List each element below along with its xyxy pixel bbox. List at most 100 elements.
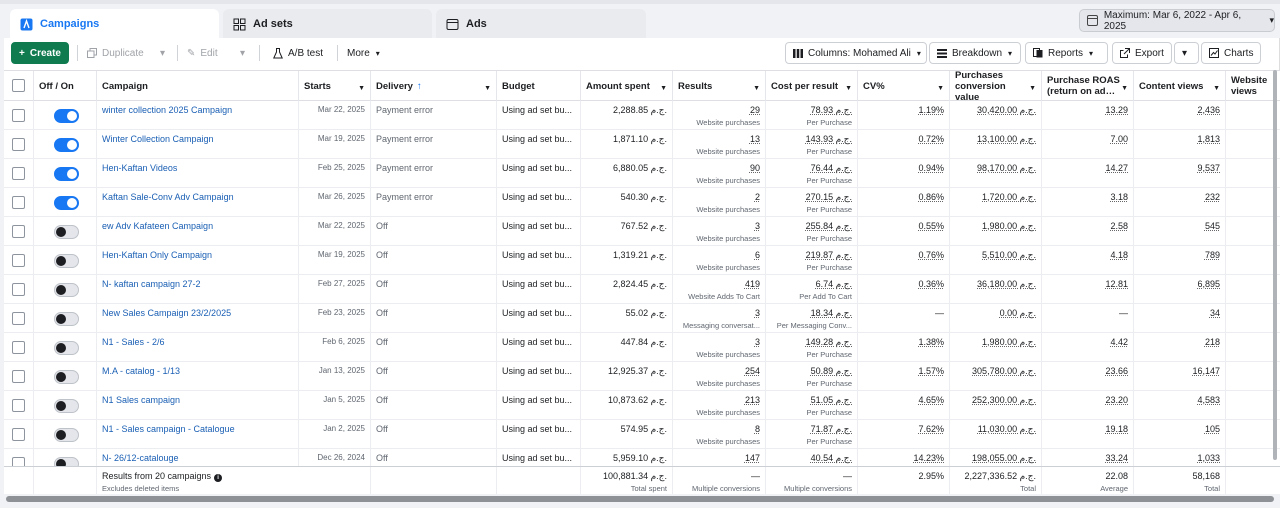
table-row[interactable]: Kaftan Sale-Conv Adv Campaign Mar 26, 202…	[4, 188, 1280, 217]
campaign-toggle[interactable]	[54, 109, 79, 123]
charts-button[interactable]: Charts	[1201, 42, 1261, 64]
campaign-name-link[interactable]: New Sales Campaign 23/2/2025	[102, 308, 293, 318]
cell-budget: Using ad set bu...	[497, 188, 581, 217]
col-amount-spent[interactable]: Amount spent ▼	[581, 71, 673, 101]
cell-pcv: 11,030.00 ج.م.	[950, 420, 1042, 449]
cell-results: 3 Website purchases	[673, 217, 766, 246]
select-all-checkbox[interactable]	[12, 79, 25, 92]
toggle-knob	[67, 111, 77, 121]
duplicate-button[interactable]: Duplicate	[80, 42, 151, 64]
toggle-knob	[56, 343, 66, 353]
campaign-name-link[interactable]: M.A - catalog - 1/13	[102, 366, 293, 376]
info-icon[interactable]: i	[214, 474, 223, 482]
campaign-name-link[interactable]: winter collection 2025 Campaign	[102, 105, 293, 115]
cell-pcv: 5,510.00 ج.م.	[950, 246, 1042, 275]
row-checkbox[interactable]	[12, 283, 25, 296]
campaign-name-link[interactable]: Kaftan Sale-Conv Adv Campaign	[102, 192, 293, 202]
totals-cv-cell: 2.95%	[858, 467, 950, 494]
campaign-name-link[interactable]: N1 - Sales - 2/6	[102, 337, 293, 347]
campaign-toggle[interactable]	[54, 370, 79, 384]
export-button[interactable]: Export	[1112, 42, 1172, 64]
create-button[interactable]: + Create	[11, 42, 69, 64]
row-checkbox[interactable]	[12, 109, 25, 122]
table-row[interactable]: N1 Sales campaign Jan 5, 2025 Off Using ad …	[4, 391, 1280, 420]
row-checkbox[interactable]	[12, 225, 25, 238]
col-delivery[interactable]: Delivery ↑ ▼	[371, 71, 497, 101]
campaign-toggle[interactable]	[54, 254, 79, 268]
table-row[interactable]: Hen-Kaftan Only Campaign Mar 19, 2025 Off U…	[4, 246, 1280, 275]
campaign-name-link[interactable]: N- kaftan campaign 27-2	[102, 279, 293, 289]
vertical-scrollbar[interactable]	[1273, 70, 1277, 460]
campaign-toggle[interactable]	[54, 312, 79, 326]
campaign-name-link[interactable]: N1 Sales campaign	[102, 395, 293, 405]
cell-name: Winter Collection Campaign	[97, 130, 299, 159]
campaign-toggle[interactable]	[54, 428, 79, 442]
row-checkbox[interactable]	[12, 370, 25, 383]
table-row[interactable]: winter collection 2025 Campaign Mar 22, 2…	[4, 101, 1280, 130]
row-checkbox[interactable]	[12, 167, 25, 180]
date-range-label: Maximum: Mar 6, 2022 - Apr 6, 2025	[1103, 9, 1242, 32]
table-row[interactable]: N- kaftan campaign 27-2 Feb 27, 2025 Off Us…	[4, 275, 1280, 304]
table-row[interactable]: N1 - Sales campaign - Catalogue Jan 2, 20…	[4, 420, 1280, 449]
horizontal-scrollbar[interactable]	[6, 496, 1274, 502]
col-budget[interactable]: Budget	[497, 71, 581, 101]
edit-button[interactable]: ✎ Edit	[180, 42, 225, 64]
duplicate-dropdown[interactable]: ▾	[153, 42, 173, 64]
edit-dropdown[interactable]: ▾	[233, 42, 253, 64]
breakdown-button[interactable]: Breakdown ▾	[929, 42, 1021, 64]
row-checkbox[interactable]	[12, 312, 25, 325]
campaign-toggle[interactable]	[54, 138, 79, 152]
col-results[interactable]: Results ▼	[673, 71, 766, 101]
campaign-toggle[interactable]	[54, 225, 79, 239]
campaign-toggle[interactable]	[54, 341, 79, 355]
col-campaign[interactable]: Campaign	[97, 71, 299, 101]
row-checkbox[interactable]	[12, 196, 25, 209]
table-row[interactable]: Winter Collection Campaign Mar 19, 2025 Pa…	[4, 130, 1280, 159]
campaign-toggle[interactable]	[54, 167, 79, 181]
results-value: 3	[754, 308, 760, 318]
more-button[interactable]: More ▾	[340, 42, 387, 64]
col-website-views[interactable]: Website views	[1226, 71, 1280, 101]
row-checkbox[interactable]	[12, 399, 25, 412]
export-dropdown[interactable]: ▾	[1174, 42, 1199, 64]
row-checkbox[interactable]	[12, 138, 25, 151]
col-purchases-value[interactable]: Purchases conversion value ▼	[950, 71, 1042, 103]
col-roas[interactable]: Purchase ROAS (return on ad… ▼	[1042, 71, 1134, 101]
create-label: Create	[29, 47, 61, 59]
col-offon[interactable]: Off / On	[34, 71, 97, 101]
tab-campaigns[interactable]: Campaigns	[10, 9, 219, 39]
ab-test-button[interactable]: A/B test	[266, 42, 331, 64]
campaign-name-link[interactable]: Winter Collection Campaign	[102, 134, 293, 144]
table-row[interactable]: M.A - catalog - 1/13 Jan 13, 2025 Off Using…	[4, 362, 1280, 391]
date-range-picker[interactable]: Maximum: Mar 6, 2022 - Apr 6, 2025 ▾	[1079, 9, 1275, 32]
delivery-value: Off	[376, 337, 388, 347]
campaign-name-link[interactable]: ew Adv Kafateen Campaign	[102, 221, 293, 231]
col-cv[interactable]: CV% ▼	[858, 71, 950, 101]
columns-button[interactable]: Columns: Mohamed Ali ▾	[785, 42, 927, 64]
campaign-name-link[interactable]: Hen-Kaftan Only Campaign	[102, 250, 293, 260]
campaign-toggle[interactable]	[54, 283, 79, 297]
row-checkbox[interactable]	[12, 428, 25, 441]
table-row[interactable]: Hen-Kaftan Videos Feb 25, 2025 Payment err…	[4, 159, 1280, 188]
row-checkbox[interactable]	[12, 254, 25, 267]
campaign-toggle[interactable]	[54, 399, 79, 413]
reports-button[interactable]: Reports ▾	[1025, 42, 1108, 64]
campaign-name-link[interactable]: Hen-Kaftan Videos	[102, 163, 293, 173]
campaign-name-link[interactable]: N1 - Sales campaign - Catalogue	[102, 424, 293, 434]
tab-ads[interactable]: Ads	[436, 9, 646, 39]
col-content-views[interactable]: Content views ▼	[1134, 71, 1226, 101]
campaign-toggle[interactable]	[54, 196, 79, 210]
table-row[interactable]: New Sales Campaign 23/2/2025 Feb 23, 2025…	[4, 304, 1280, 333]
cell-pcv: 36,180.00 ج.م.	[950, 275, 1042, 304]
totals-sublabel: Excludes deleted items	[102, 484, 180, 493]
table-row[interactable]: N1 - Sales - 2/6 Feb 6, 2025 Off Using ad s…	[4, 333, 1280, 362]
table-row[interactable]: ew Adv Kafateen Campaign Mar 22, 2025 Off U…	[4, 217, 1280, 246]
cell-budget: Using ad set bu...	[497, 362, 581, 391]
views-value: 1,033	[1197, 453, 1220, 463]
spent-value: 767.52 ج.م.	[620, 221, 667, 231]
col-cost-per-result[interactable]: Cost per result ▼	[766, 71, 858, 101]
tab-ad-sets[interactable]: Ad sets	[223, 9, 432, 39]
col-starts[interactable]: Starts ▼	[299, 71, 371, 101]
row-checkbox[interactable]	[12, 341, 25, 354]
campaign-name-link[interactable]: N- 26/12-catalouge	[102, 453, 293, 463]
